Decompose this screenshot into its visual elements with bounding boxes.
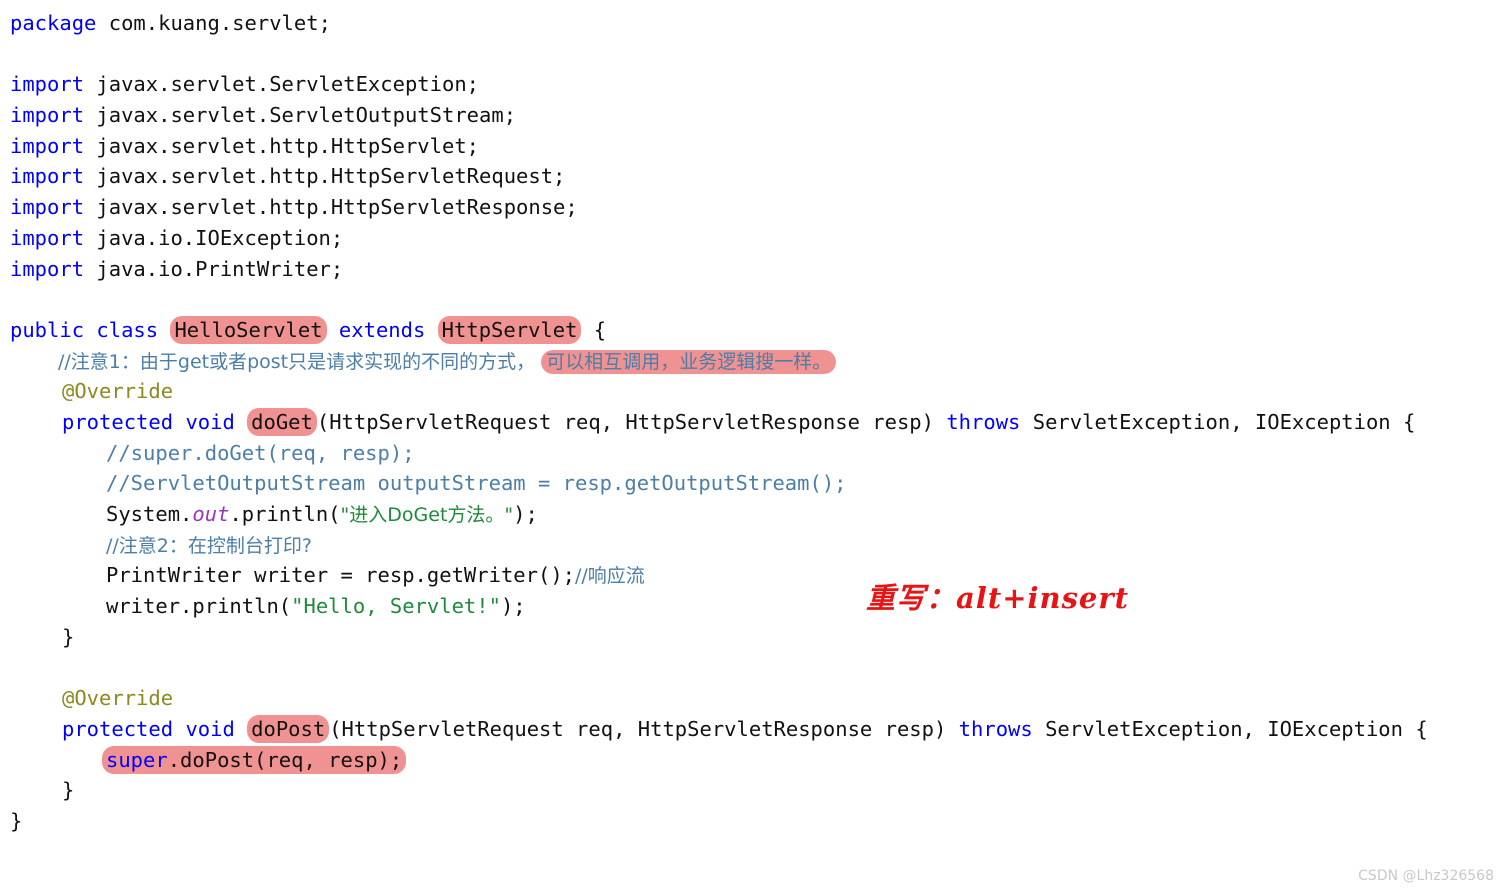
code-line-close-dopost: } xyxy=(10,775,1506,806)
highlight-comment-note1: 可以相互调用，业务逻辑搜一样。 xyxy=(541,349,837,374)
string-literal-hello: "Hello, Servlet!" xyxy=(291,594,501,619)
keyword-throws: throws xyxy=(958,716,1033,741)
csdn-watermark: CSDN @Lhz326568 xyxy=(1358,868,1494,884)
keyword-class: class xyxy=(96,317,159,342)
code-line-blank-3 xyxy=(10,652,1506,683)
statement-end: ); xyxy=(500,594,526,619)
highlight-super-dopost: super.doPost(req, resp); xyxy=(102,745,407,774)
keyword-public: public xyxy=(10,317,85,342)
keyword-throws: throws xyxy=(946,409,1021,434)
closing-brace-doget: } xyxy=(62,624,75,649)
code-editor-surface: package com.kuang.servlet; import javax.… xyxy=(0,0,1506,837)
comment-super-doget: //super.doGet(req, resp); xyxy=(106,440,415,465)
code-line-comment-note-1: //注意1：由于get或者post只是请求实现的不同的方式， 可以相互调用，业务… xyxy=(10,346,1506,377)
keyword-import: import xyxy=(10,72,85,97)
writer-println-prefix: writer.println( xyxy=(106,594,292,619)
code-line-printwriter: PrintWriter writer = resp.getWriter();//… xyxy=(10,560,1506,591)
code-line-close-doget: } xyxy=(10,622,1506,653)
closing-brace-class: } xyxy=(10,808,23,833)
doget-throws-list: ServletException, IOException { xyxy=(1020,409,1416,434)
comment-note2-text: //注意2：在控制台打印? xyxy=(106,534,312,557)
dopost-parameters: (HttpServletRequest req, HttpServletResp… xyxy=(329,716,959,741)
code-line-blank-1 xyxy=(10,39,1506,70)
keyword-package: package xyxy=(10,11,97,35)
code-line-commented-super-doget: //super.doGet(req, resp); xyxy=(10,438,1506,469)
comment-response-stream: //响应流 xyxy=(575,565,645,588)
keyword-import: import xyxy=(10,133,85,158)
string-literal-doget: "进入DoGet方法。" xyxy=(340,504,514,526)
code-line-import-5: import javax.servlet.http.HttpServletRes… xyxy=(10,192,1506,223)
open-brace: { xyxy=(593,317,607,342)
keyword-void: void xyxy=(185,409,235,434)
super-dopost-call: .doPost(req, resp); xyxy=(167,747,403,772)
field-out: out xyxy=(192,502,230,526)
highlight-hello-servlet: HelloServlet xyxy=(170,315,327,344)
code-line-override-doget: @Override xyxy=(10,376,1506,407)
code-line-commented-outputstream: //ServletOutputStream outputStream = res… xyxy=(10,468,1506,499)
import-path: java.io.PrintWriter; xyxy=(84,256,344,281)
import-path: javax.servlet.http.HttpServlet; xyxy=(84,133,480,158)
red-handwritten-note: 重写：alt+insert xyxy=(866,581,1130,615)
import-path: javax.servlet.http.HttpServletRequest; xyxy=(84,164,566,189)
keyword-import: import xyxy=(10,164,85,189)
code-line-doget-signature: protected void doGet (HttpServletRequest … xyxy=(10,407,1506,438)
annotation-override: @Override xyxy=(62,686,174,711)
system-prefix: System. xyxy=(106,502,193,526)
import-path: javax.servlet.ServletException; xyxy=(84,72,480,97)
code-line-import-1: import javax.servlet.ServletException; xyxy=(10,69,1506,100)
code-line-import-2: import javax.servlet.ServletOutputStream… xyxy=(10,100,1506,131)
package-name: com.kuang.servlet; xyxy=(96,11,331,35)
comment-outputstream: //ServletOutputStream outputStream = res… xyxy=(106,471,847,496)
keyword-extends: extends xyxy=(338,317,426,342)
highlight-http-servlet: HttpServlet xyxy=(437,315,582,344)
code-line-override-dopost: @Override xyxy=(10,683,1506,714)
code-line-import-7: import java.io.PrintWriter; xyxy=(10,254,1506,285)
comment-note1-text: //注意1：由于get或者post只是请求实现的不同的方式， xyxy=(58,350,536,373)
closing-brace-dopost: } xyxy=(62,778,75,803)
statement-end: ); xyxy=(513,502,538,526)
annotation-override: @Override xyxy=(62,379,174,404)
code-line-dopost-signature: protected void doPost (HttpServletRequest… xyxy=(10,714,1506,745)
code-line-import-4: import javax.servlet.http.HttpServletReq… xyxy=(10,161,1506,192)
import-path: java.io.IOException; xyxy=(84,225,344,250)
code-line-close-class: } xyxy=(10,806,1506,837)
code-line-blank-2 xyxy=(10,284,1506,315)
import-path: javax.servlet.http.HttpServletResponse; xyxy=(84,195,578,220)
keyword-protected: protected xyxy=(62,409,174,434)
code-line-writer-println: writer.println("Hello, Servlet!"); xyxy=(10,591,1506,622)
doget-parameters: (HttpServletRequest req, HttpServletResp… xyxy=(316,409,947,434)
code-line-import-3: import javax.servlet.http.HttpServlet; xyxy=(10,131,1506,162)
code-line-system-out-println: System.out.println("进入DoGet方法。"); xyxy=(10,499,1506,530)
keyword-import: import xyxy=(10,103,85,128)
keyword-import: import xyxy=(10,225,85,250)
code-line-import-6: import java.io.IOException; xyxy=(10,223,1506,254)
println-call: .println( xyxy=(229,502,341,526)
keyword-protected: protected xyxy=(62,716,174,741)
keyword-import: import xyxy=(10,195,85,220)
keyword-import: import xyxy=(10,256,85,281)
keyword-super: super xyxy=(106,747,168,772)
import-path: javax.servlet.ServletOutputStream; xyxy=(84,103,517,128)
printwriter-statement: PrintWriter writer = resp.getWriter(); xyxy=(106,563,575,588)
code-line-super-dopost: super.doPost(req, resp); xyxy=(10,745,1506,776)
code-line-comment-note-2: //注意2：在控制台打印? xyxy=(10,530,1506,561)
highlight-dopost: doPost xyxy=(247,714,330,743)
code-line-class-declaration: public class HelloServlet extends HttpSe… xyxy=(10,315,1506,346)
dopost-throws-list: ServletException, IOException { xyxy=(1032,716,1428,741)
keyword-void: void xyxy=(185,716,235,741)
code-line-package: package com.kuang.servlet; xyxy=(10,8,1506,39)
highlight-doget: doGet xyxy=(247,407,317,436)
